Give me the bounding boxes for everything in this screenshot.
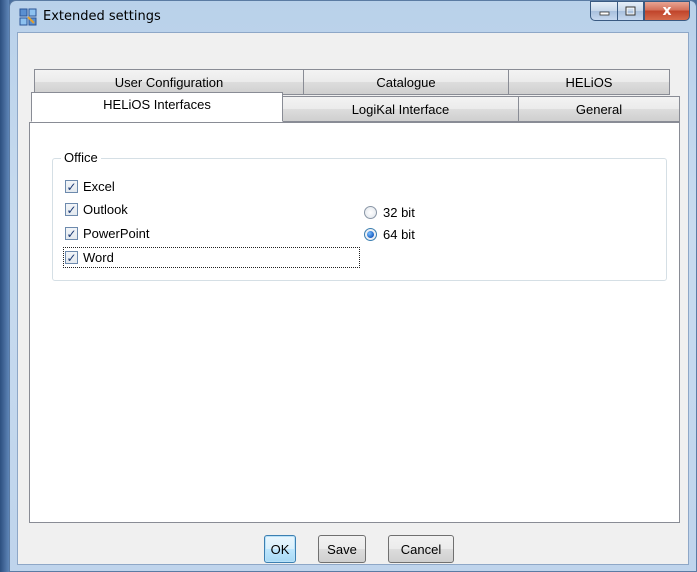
- excel-checkbox[interactable]: ✓ Excel: [65, 178, 115, 195]
- ok-button[interactable]: OK: [264, 535, 296, 563]
- close-icon: x: [662, 3, 672, 19]
- checkbox-box[interactable]: ✓: [65, 227, 78, 240]
- window-title: Extended settings: [43, 9, 161, 24]
- outlook-checkbox[interactable]: ✓ Outlook: [65, 201, 128, 218]
- checkbox-label: Word: [83, 250, 114, 265]
- maximize-button[interactable]: [617, 1, 644, 21]
- checkmark-icon: ✓: [66, 202, 77, 217]
- title-bar[interactable]: Extended settings x: [10, 1, 696, 31]
- tab-helios[interactable]: HELiOS: [508, 69, 670, 95]
- caption-buttons: x: [590, 1, 690, 21]
- word-checkbox[interactable]: ✓ Word: [65, 249, 114, 266]
- office-group-title: Office: [61, 150, 101, 165]
- checkmark-icon: ✓: [66, 250, 77, 265]
- tab-logikal-interface[interactable]: LogiKal Interface: [282, 96, 519, 122]
- maximize-icon: [625, 6, 636, 16]
- radio-32-bit[interactable]: 32 bit: [364, 204, 415, 221]
- save-button[interactable]: Save: [318, 535, 366, 563]
- office-groupbox: Office ✓ Excel ✓ Outlook ✓ PowerPoint ✓ …: [52, 150, 667, 281]
- radio-label: 64 bit: [383, 227, 415, 242]
- settings-app-icon: [19, 8, 37, 26]
- minimize-icon: [599, 11, 609, 15]
- checkbox-box[interactable]: ✓: [65, 203, 78, 216]
- tab-helios-interfaces[interactable]: HELiOS Interfaces: [31, 92, 283, 122]
- tab-label: User Configuration: [114, 74, 224, 90]
- checkmark-icon: ✓: [66, 226, 77, 241]
- radio-64-bit[interactable]: 64 bit: [364, 226, 415, 243]
- tab-general[interactable]: General: [518, 96, 680, 122]
- cancel-button-label: Cancel: [400, 541, 442, 557]
- dialog-client-area: User Configuration Catalogue HELiOS HELi…: [17, 32, 689, 565]
- radio-circle[interactable]: [364, 228, 377, 241]
- minimize-button[interactable]: [590, 1, 617, 21]
- checkbox-label: Outlook: [83, 202, 128, 217]
- ok-button-label: OK: [270, 541, 290, 557]
- tab-label: General: [575, 101, 623, 117]
- close-button[interactable]: x: [644, 1, 690, 21]
- extended-settings-window: Extended settings x User Configuration C…: [9, 0, 697, 572]
- cancel-button[interactable]: Cancel: [388, 535, 454, 563]
- checkmark-icon: ✓: [66, 179, 77, 194]
- tab-panel-helios-interfaces: Office ✓ Excel ✓ Outlook ✓ PowerPoint ✓ …: [29, 122, 680, 523]
- checkbox-box[interactable]: ✓: [65, 251, 78, 264]
- tab-label: HELiOS: [565, 74, 613, 90]
- radio-selected-dot: [367, 231, 374, 238]
- powerpoint-checkbox[interactable]: ✓ PowerPoint: [65, 225, 149, 242]
- tab-catalogue[interactable]: Catalogue: [303, 69, 509, 95]
- radio-label: 32 bit: [383, 205, 415, 220]
- desktop-background: [0, 0, 9, 572]
- tab-label: LogiKal Interface: [351, 101, 450, 117]
- save-button-label: Save: [327, 541, 357, 557]
- radio-circle[interactable]: [364, 206, 377, 219]
- checkbox-label: Excel: [83, 179, 115, 194]
- checkbox-label: PowerPoint: [83, 226, 150, 241]
- checkbox-box[interactable]: ✓: [65, 180, 78, 193]
- tab-label: HELiOS Interfaces: [103, 96, 211, 112]
- tab-label: Catalogue: [376, 74, 436, 90]
